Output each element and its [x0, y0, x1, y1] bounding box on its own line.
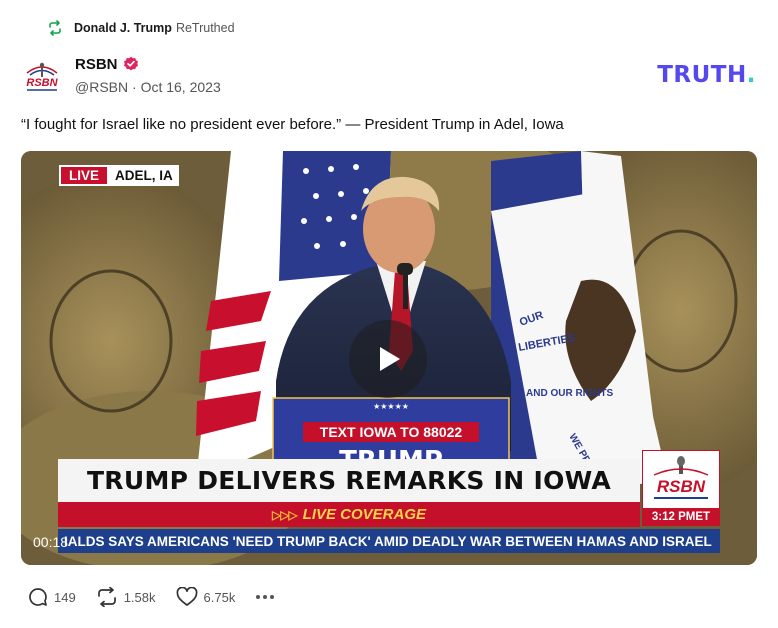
video-duration: 00:18 — [33, 534, 69, 550]
broadcast-time: 3:12 PMET — [643, 508, 719, 525]
reply-count: 149 — [54, 589, 76, 605]
more-options-button[interactable] — [255, 594, 281, 600]
post-text: “I fought for Israel like no president e… — [21, 116, 564, 133]
flag-text-4: AND OUR RIGHTS — [526, 388, 614, 399]
meta-separator: · — [132, 79, 137, 95]
coverage-arrows-icon: ▷▷▷ — [271, 507, 298, 522]
rsbn-logo-text: RSBN — [657, 477, 706, 496]
play-button[interactable] — [349, 320, 427, 398]
like-count: 6.75k — [203, 589, 236, 605]
retruth-button[interactable]: 1.58k — [96, 587, 156, 607]
live-coverage-bar: ▷▷▷ LIVE COVERAGE — [58, 502, 640, 527]
reply-button[interactable]: 149 — [28, 587, 76, 607]
brand-dot: . — [746, 62, 756, 88]
verified-badge-icon — [123, 56, 138, 71]
post-date[interactable]: Oct 16, 2023 — [141, 79, 221, 95]
video-player[interactable]: OUR LIBERTIES AND OUR RIGHTS WE PRIZE ★★… — [21, 151, 757, 565]
live-badge: LIVE ADEL, IA — [59, 165, 179, 186]
retruth-count: 1.58k — [123, 589, 156, 605]
heart-icon — [176, 587, 197, 606]
brand-text: TRUTH — [657, 62, 747, 88]
retruth-action-icon — [97, 587, 116, 607]
retruth-icon — [46, 19, 64, 37]
news-ticker: IALDS SAYS AMERICANS 'NEED TRUMP BACK' A… — [58, 529, 720, 553]
author-handle[interactable]: @RSBN — [75, 79, 128, 95]
podium-stars: ★★★★★ — [373, 402, 409, 411]
location-label: ADEL, IA — [109, 165, 179, 186]
rsbn-logo: RSBN — [643, 451, 719, 509]
retruth-user-link[interactable]: Donald J. Trump — [74, 21, 172, 35]
post-meta: @RSBN · Oct 16, 2023 — [75, 79, 221, 95]
author-name[interactable]: RSBN — [75, 56, 118, 73]
like-button[interactable]: 6.75k — [176, 587, 236, 607]
live-label: LIVE — [59, 165, 110, 186]
play-icon — [380, 347, 400, 371]
more-icon — [256, 595, 275, 599]
post-actions: 149 1.58k 6.75k — [28, 585, 301, 609]
lower-third-headline: TRUMP DELIVERS REMARKS IN IOWA — [58, 459, 640, 502]
retruth-row: Donald J. Trump ReTruthed — [46, 19, 235, 37]
podium-text: TEXT IOWA TO 88022 — [320, 424, 463, 440]
truth-social-logo[interactable]: TRUTH. — [657, 62, 756, 88]
svg-text:RSBN: RSBN — [26, 77, 58, 89]
coverage-label: LIVE COVERAGE — [302, 506, 427, 523]
avatar[interactable]: RSBN — [21, 57, 63, 99]
retruth-label: ReTruthed — [175, 21, 235, 35]
post-author: RSBN @RSBN · Oct 16, 2023 — [75, 54, 221, 96]
reply-icon — [29, 588, 47, 606]
rsbn-bug: RSBN 3:12 PMET — [642, 450, 720, 526]
